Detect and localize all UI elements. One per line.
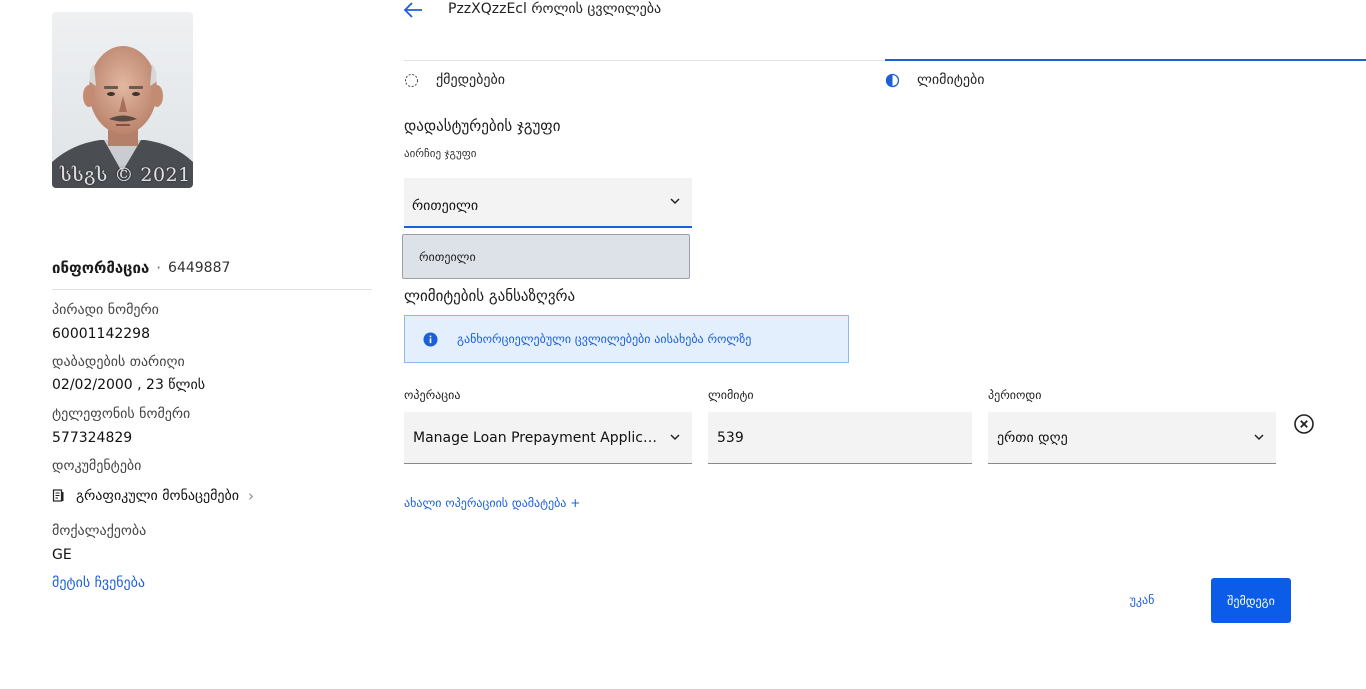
birth-date-label: დაბადების თარიღი bbox=[52, 354, 185, 370]
operation-select[interactable]: Manage Loan Prepayment Applicati... bbox=[404, 412, 692, 464]
dashed-circle-icon bbox=[405, 73, 418, 87]
limits-title: ლიმიტების განსაზღვრა bbox=[404, 287, 576, 305]
photo-watermark: სსგს © 2021 bbox=[60, 164, 191, 186]
approval-group-title: დადასტურების ჯგუფი bbox=[404, 117, 561, 135]
document-icon bbox=[52, 489, 64, 502]
period-column-label: პერიოდი bbox=[988, 388, 1042, 402]
chevron-right-icon: › bbox=[248, 487, 255, 505]
info-title: ინფორმაცია bbox=[52, 259, 150, 277]
personal-number-label: პირადი ნომერი bbox=[52, 302, 159, 318]
step-limits-label: ლიმიტები bbox=[917, 72, 985, 88]
approval-group-select[interactable]: რითეილი bbox=[404, 178, 692, 228]
info-separator: · bbox=[156, 259, 162, 277]
info-icon bbox=[423, 332, 438, 346]
info-notice: განხორციელებული ცვლილებები აისახება როლზ… bbox=[404, 315, 849, 363]
customer-id: 6449887 bbox=[168, 260, 231, 276]
info-header: ინფორმაცია · 6449887 bbox=[52, 259, 230, 277]
back-button[interactable]: უკან bbox=[1118, 578, 1166, 622]
phone-number-label: ტელეფონის ნომერი bbox=[52, 406, 191, 422]
birth-date-value: 02/02/2000 , 23 წლის bbox=[52, 377, 206, 393]
phone-number-value: 577324829 bbox=[52, 430, 133, 446]
period-value: ერთი დღე bbox=[997, 429, 1068, 446]
steps-active-indicator bbox=[885, 59, 1366, 61]
limit-column-label: ლიმიტი bbox=[708, 388, 754, 402]
page-title: PzzXQzzEcl როლის ცვლილება bbox=[448, 1, 662, 17]
step-limits[interactable]: ლიმიტები bbox=[885, 72, 984, 88]
limit-input[interactable] bbox=[708, 412, 972, 464]
citizenship-label: მოქალაქეობა bbox=[52, 523, 147, 539]
info-notice-text: განხორციელებული ცვლილებები აისახება როლზ… bbox=[457, 332, 752, 346]
personal-number-value: 60001142298 bbox=[52, 326, 150, 342]
show-more-link[interactable]: მეტის ჩვენება bbox=[52, 575, 145, 591]
chevron-down-icon bbox=[1254, 433, 1264, 440]
documents-link[interactable]: გრაფიკული მონაცემები › bbox=[52, 487, 254, 505]
arrow-left-icon[interactable] bbox=[403, 1, 423, 19]
divider bbox=[52, 289, 372, 290]
operation-column-label: ოპერაცია bbox=[404, 388, 461, 402]
documents-label: დოკუმენტები bbox=[52, 458, 142, 474]
step-actions-label: ქმედებები bbox=[436, 72, 506, 88]
next-button[interactable]: შემდეგი bbox=[1211, 578, 1291, 623]
chevron-down-icon bbox=[670, 433, 680, 440]
documents-link-label: გრაფიკული მონაცემები bbox=[76, 488, 240, 504]
period-select[interactable]: ერთი დღე bbox=[988, 412, 1276, 464]
profile-photo: სსგს © 2021 bbox=[52, 12, 193, 188]
approval-group-option[interactable]: რითეილი bbox=[402, 234, 690, 279]
remove-row-icon[interactable] bbox=[1293, 413, 1315, 435]
half-circle-icon bbox=[885, 73, 900, 87]
add-operation-link[interactable]: ახალი ოპერაციის დამატება + bbox=[404, 496, 580, 510]
chevron-down-icon bbox=[670, 198, 680, 205]
step-actions[interactable]: ქმედებები bbox=[404, 72, 505, 88]
operation-value: Manage Loan Prepayment Applicati... bbox=[413, 429, 660, 446]
approval-group-value: რითეილი bbox=[412, 198, 479, 214]
approval-group-sublabel: აირჩიე ჯგუფი bbox=[404, 147, 477, 160]
citizenship-value: GE bbox=[52, 547, 72, 563]
